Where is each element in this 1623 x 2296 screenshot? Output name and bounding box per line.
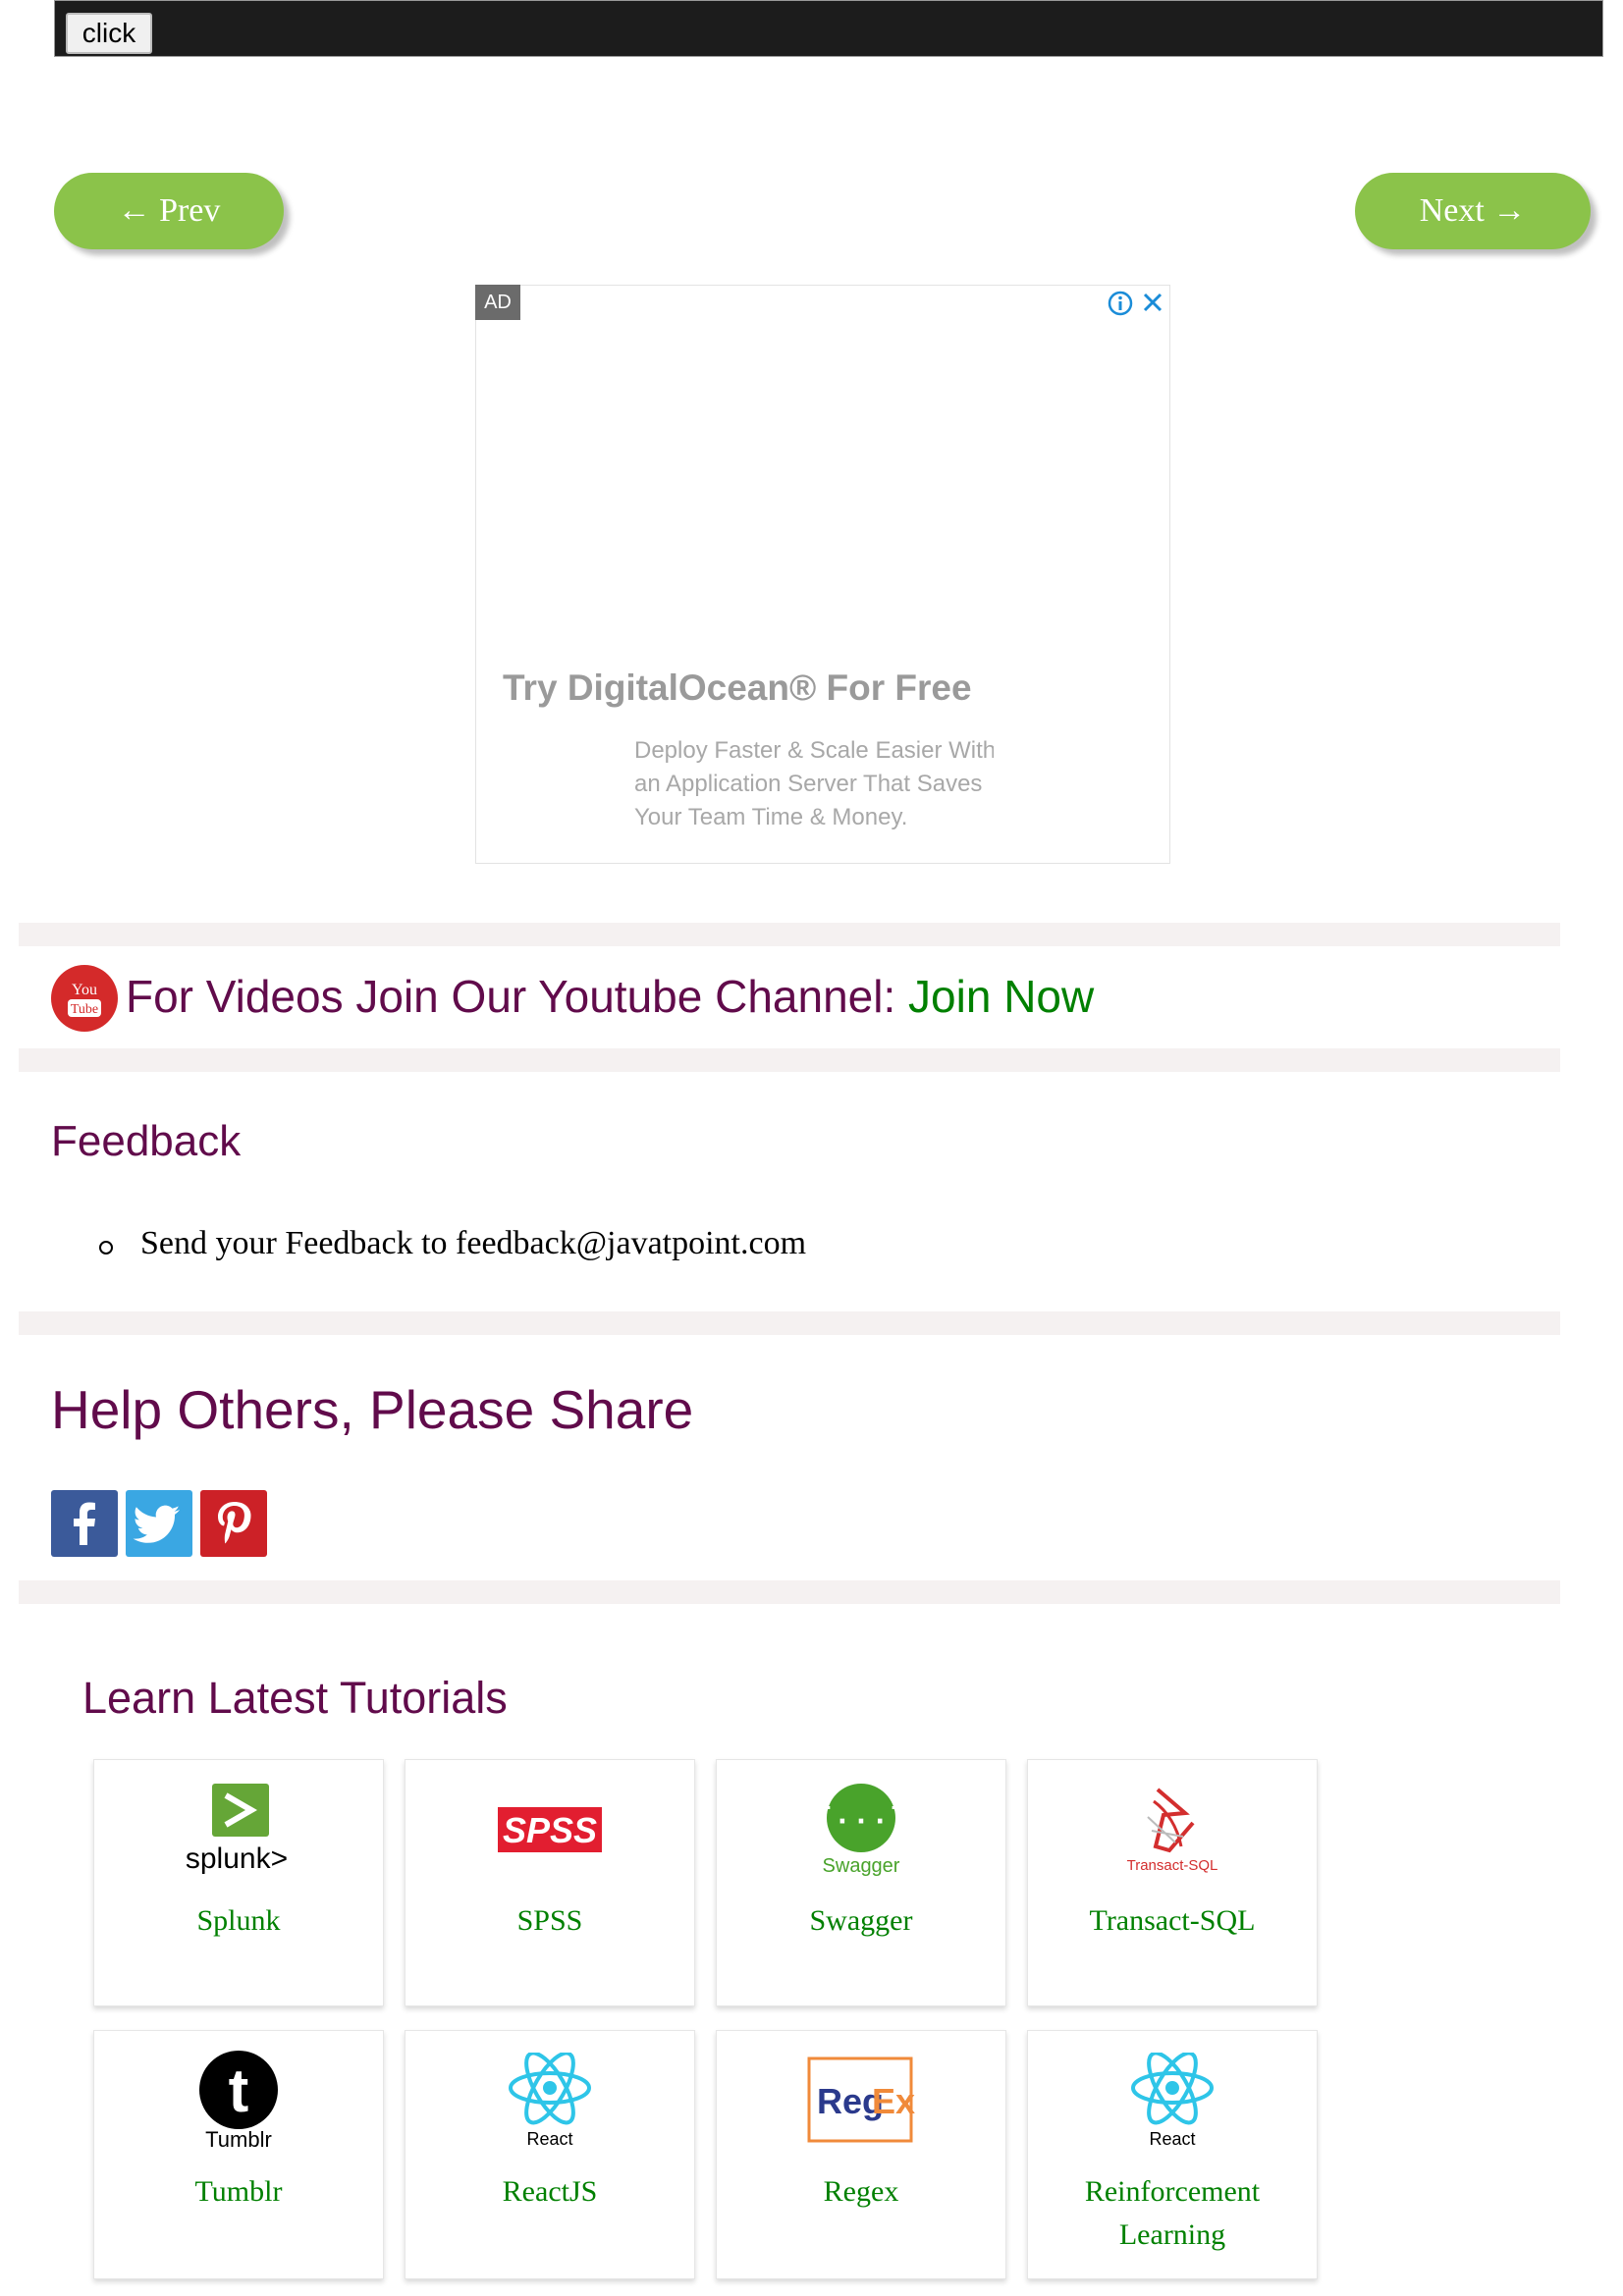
card-label: Regex — [823, 2175, 899, 2208]
card-label: Reinforcement — [1084, 2175, 1261, 2208]
ad-body-line: an Application Server That Saves — [634, 771, 983, 797]
tutorial-card-spss[interactable]: SPSS SPSS — [405, 1759, 695, 2006]
next-button[interactable]: Next → — [1355, 173, 1591, 249]
section-divider — [19, 1580, 1560, 1604]
transact-sql-icon: Transact-SQL — [1028, 1782, 1317, 1880]
splunk-icon: splunk> — [94, 1782, 383, 1880]
spss-logo-text: SPSS — [503, 1810, 597, 1850]
tutorial-card-reactjs[interactable]: React ReactJS — [405, 2030, 695, 2279]
ad-body-line: Deploy Faster & Scale Easier With — [634, 737, 994, 764]
ad-body-line: Your Team Time & Money. — [634, 804, 908, 830]
react-icon: React — [406, 2053, 694, 2151]
section-divider — [19, 1048, 1560, 1072]
svg-text:{···}: {···} — [814, 1803, 908, 1840]
close-icon[interactable] — [1141, 291, 1164, 314]
transact-sql-logo-text: Transact-SQL — [1127, 1857, 1218, 1874]
regex-icon: Reg Ex — [717, 2056, 1005, 2145]
ad-body[interactable]: Deploy Faster & Scale Easier With an App… — [634, 734, 994, 834]
tumblr-icon: t Tumblr — [94, 2051, 383, 2149]
click-button[interactable]: click — [66, 13, 152, 54]
card-label: Swagger — [809, 1904, 913, 1937]
list-bullet — [99, 1241, 113, 1255]
youtube-banner: For Videos Join Our Youtube Channel: Joi… — [126, 970, 1094, 1023]
section-divider — [19, 923, 1560, 946]
youtube-icon[interactable]: You Tube — [50, 964, 119, 1033]
tutorial-card-splunk[interactable]: splunk> Splunk — [93, 1759, 384, 2006]
info-icon[interactable] — [1108, 291, 1133, 316]
swagger-logo-text: Swagger — [823, 1855, 900, 1877]
feedback-heading: Feedback — [51, 1117, 242, 1165]
youtube-text: For Videos Join Our Youtube Channel: — [126, 971, 909, 1022]
tutorial-card-tumblr[interactable]: t Tumblr Tumblr — [93, 2030, 384, 2279]
twitter-share-icon[interactable] — [126, 1490, 192, 1557]
youtube-icon-text: You — [72, 982, 97, 998]
facebook-share-icon[interactable] — [51, 1490, 118, 1557]
youtube-icon-text: Tube — [71, 1002, 98, 1017]
card-label: Splunk — [196, 1904, 281, 1937]
card-label: Transact-SQL — [1089, 1904, 1256, 1937]
regex-logo-text: Ex — [872, 2081, 915, 2121]
join-now-link[interactable]: Join Now — [908, 971, 1094, 1022]
tutorial-card-reinforcement-learning[interactable]: React Reinforcement Learning — [1027, 2030, 1318, 2279]
swagger-icon: {···} Swagger — [717, 1784, 1005, 1882]
splunk-logo-text: splunk> — [186, 1842, 288, 1875]
react-icon: React — [1028, 2053, 1317, 2151]
section-divider — [19, 1311, 1560, 1335]
card-label: ReactJS — [502, 2175, 598, 2208]
prev-button[interactable]: ← Prev — [54, 173, 284, 249]
tutorial-card-transact-sql[interactable]: Transact-SQL Transact-SQL — [1027, 1759, 1318, 2006]
spss-icon: SPSS — [406, 1805, 694, 1854]
react-logo-text: React — [1149, 2129, 1195, 2149]
svg-text:t: t — [229, 2057, 249, 2125]
top-bar — [54, 0, 1603, 57]
share-heading: Help Others, Please Share — [51, 1379, 694, 1440]
react-logo-text: React — [526, 2129, 572, 2149]
ad-headline[interactable]: Try DigitalOcean® For Free — [503, 667, 972, 709]
card-label: Learning — [1118, 2218, 1226, 2251]
ad-badge: AD — [475, 285, 520, 320]
tumblr-logo-text: Tumblr — [205, 2127, 272, 2149]
tutorial-card-regex[interactable]: Reg Ex Regex — [716, 2030, 1006, 2279]
card-label: Tumblr — [194, 2175, 283, 2208]
card-label: SPSS — [516, 1904, 583, 1937]
tutorial-card-swagger[interactable]: {···} Swagger Swagger — [716, 1759, 1006, 2006]
feedback-item: Send your Feedback to feedback@javatpoin… — [140, 1225, 807, 1261]
tutorials-heading: Learn Latest Tutorials — [82, 1673, 508, 1723]
pinterest-share-icon[interactable] — [200, 1490, 267, 1557]
